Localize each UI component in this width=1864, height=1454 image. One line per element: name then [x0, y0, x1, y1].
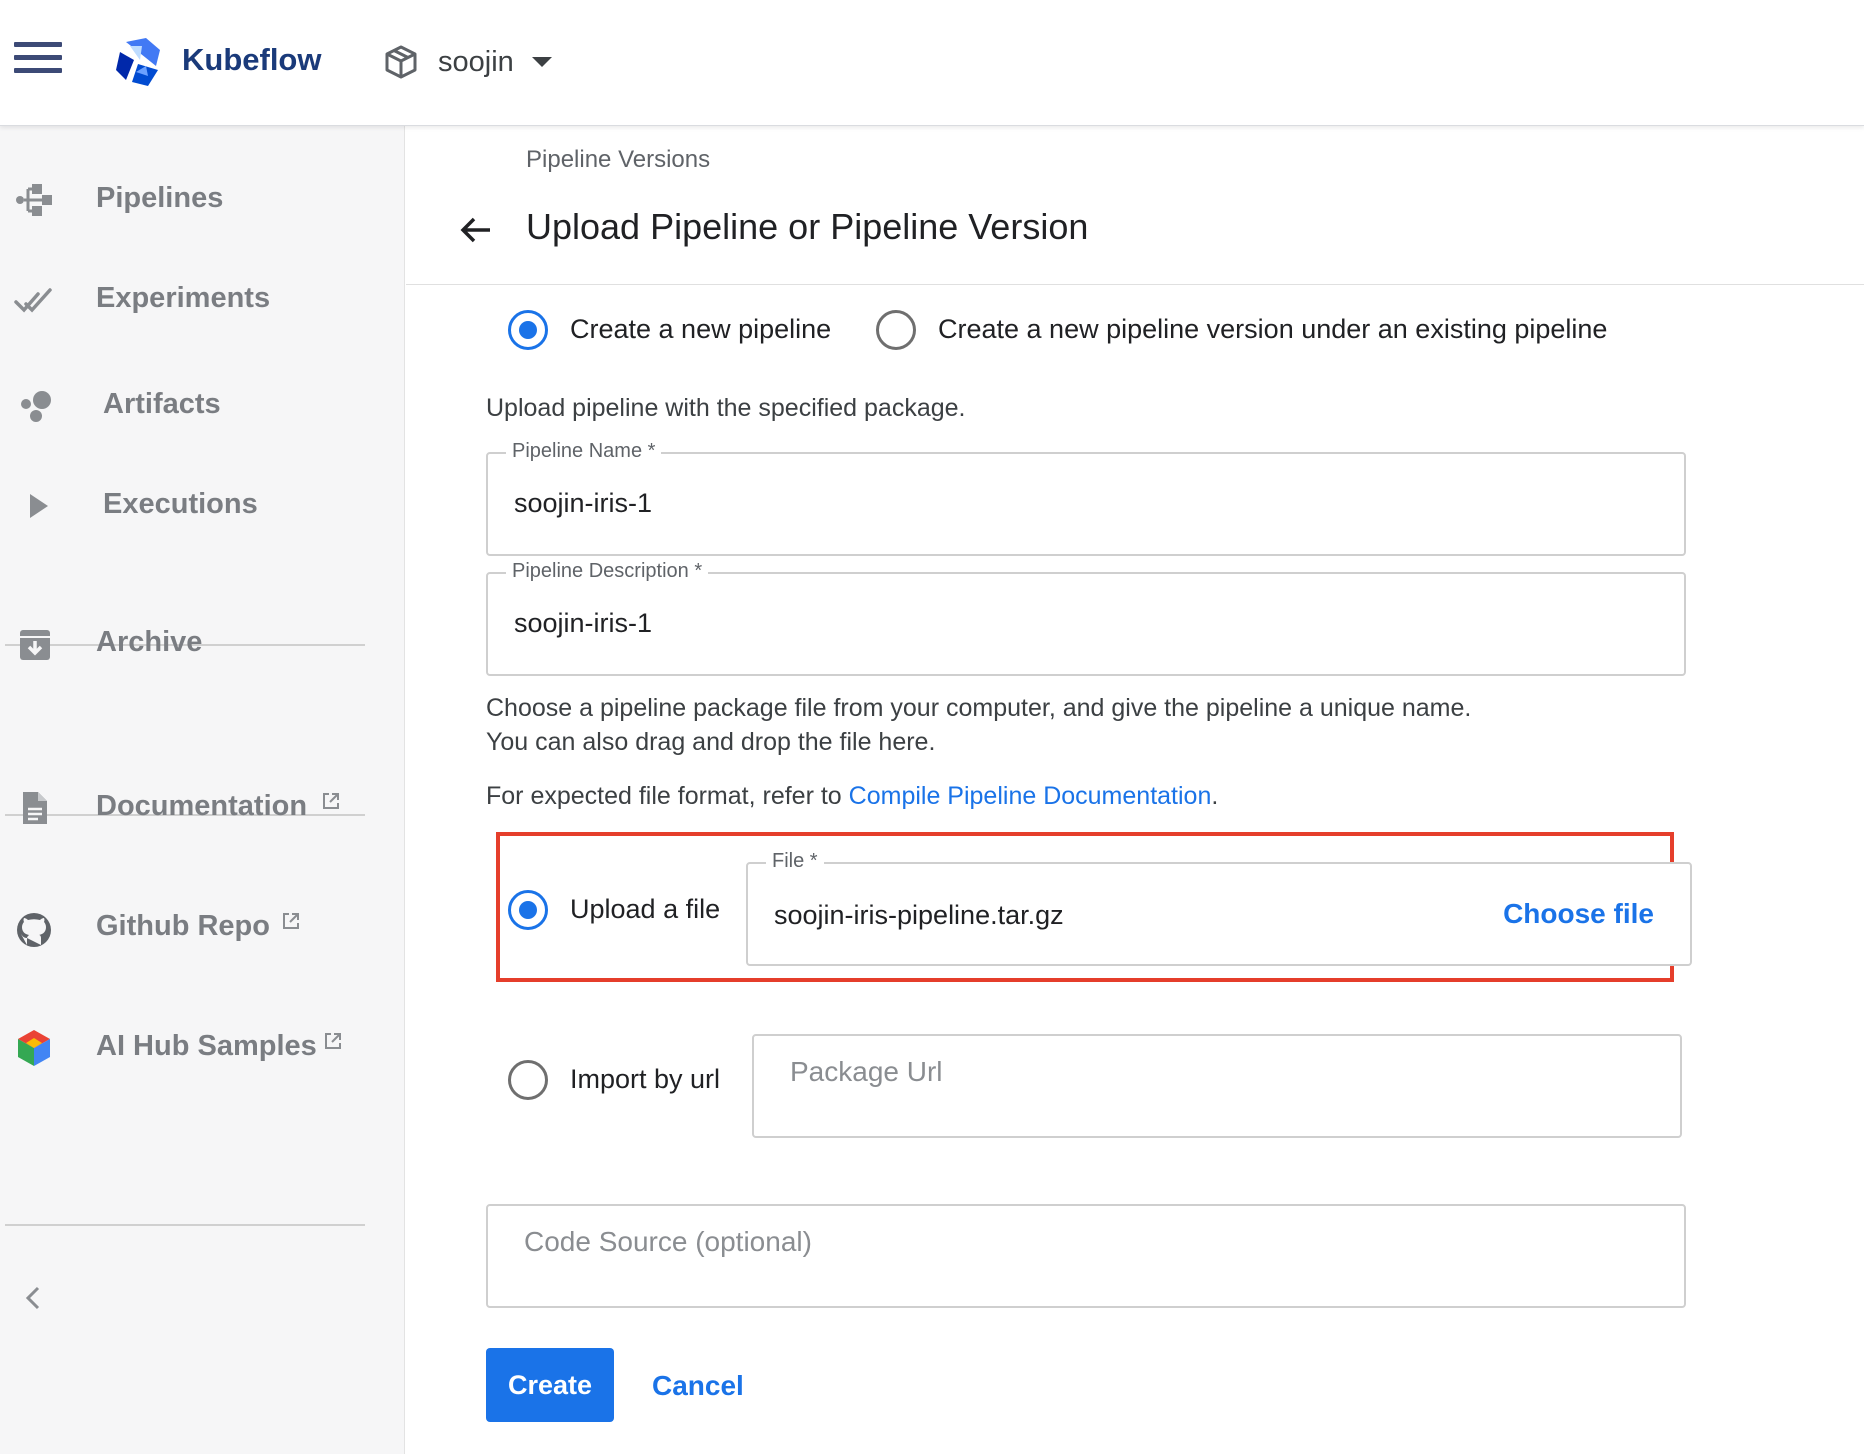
back-arrow-icon[interactable]: [454, 208, 498, 252]
sidebar-item-label: Artifacts: [103, 388, 221, 420]
radio-import-by-url[interactable]: [508, 1060, 548, 1100]
sidebar: Pipelines Experiments Artifacts Executio…: [0, 126, 405, 1454]
compile-pipeline-documentation-link[interactable]: Compile Pipeline Documentation: [849, 782, 1212, 810]
ai-hub-icon: [18, 1030, 50, 1066]
sidebar-item-label: Experiments: [96, 282, 271, 314]
sidebar-item-ai-hub-samples[interactable]: AI Hub Samples: [0, 1008, 400, 1088]
namespace-name: soojin: [438, 45, 514, 78]
sidebar-item-label: AI Hub Samples: [96, 1030, 317, 1062]
package-url-input[interactable]: Package Url: [752, 1034, 1682, 1138]
pipelines-icon: [16, 184, 52, 216]
choose-file-button[interactable]: Choose file: [1503, 898, 1654, 930]
sidebar-item-label: Archive: [96, 626, 203, 658]
sidebar-divider: [5, 1224, 365, 1226]
sidebar-item-label: Documentation: [96, 790, 308, 822]
sidebar-item-executions[interactable]: Executions: [0, 466, 400, 546]
main-content: Pipeline Versions Upload Pipeline or Pip…: [406, 126, 1864, 1454]
breadcrumb[interactable]: Pipeline Versions: [526, 146, 710, 174]
radio-label-create-new-pipeline[interactable]: Create a new pipeline: [570, 314, 831, 345]
external-link-icon: [283, 913, 299, 929]
file-name-value: soojin-iris-pipeline.tar.gz: [774, 900, 1064, 930]
sidebar-item-documentation[interactable]: Documentation: [0, 768, 400, 848]
pipeline-name-value[interactable]: soojin-iris-1: [514, 488, 652, 519]
help-text-line-1: Choose a pipeline package file from your…: [486, 694, 1472, 722]
radio-label-create-new-pipeline-version[interactable]: Create a new pipeline version under an e…: [938, 314, 1607, 345]
sidebar-item-pipelines[interactable]: Pipelines: [0, 160, 400, 240]
sidebar-item-label: Pipelines: [96, 182, 224, 214]
sidebar-item-label: Github Repo: [96, 910, 270, 942]
pipeline-name-field[interactable]: Pipeline Name * soojin-iris-1: [486, 440, 1686, 556]
pipeline-description-value[interactable]: soojin-iris-1: [514, 608, 652, 639]
collapse-sidebar-chevron-left-icon[interactable]: [18, 1278, 48, 1318]
pipeline-description-field[interactable]: Pipeline Description * soojin-iris-1: [486, 560, 1686, 676]
sidebar-item-experiments[interactable]: Experiments: [0, 260, 400, 340]
kubeflow-logo-icon: [116, 38, 160, 86]
experiments-icon: [14, 288, 52, 313]
radio-create-new-pipeline[interactable]: [508, 310, 548, 350]
chevron-down-icon: [531, 57, 552, 67]
pipeline-description-label: Pipeline Description *: [506, 560, 709, 583]
top-app-bar: Kubeflow soojin: [0, 0, 1864, 126]
executions-icon: [30, 494, 48, 518]
namespace-cube-icon: [385, 45, 417, 79]
archive-icon: [20, 630, 50, 660]
sidebar-item-label: Executions: [103, 488, 258, 520]
sidebar-item-github-repo[interactable]: Github Repo: [0, 888, 400, 968]
package-url-placeholder: Package Url: [790, 1056, 943, 1087]
cancel-button[interactable]: Cancel: [652, 1370, 744, 1402]
radio-label-upload-file[interactable]: Upload a file: [570, 894, 720, 925]
radio-label-import-by-url[interactable]: Import by url: [570, 1064, 720, 1095]
page-title: Upload Pipeline or Pipeline Version: [526, 206, 1089, 247]
create-button[interactable]: Create: [486, 1348, 614, 1422]
pipeline-name-label: Pipeline Name *: [506, 440, 662, 463]
namespace-selector[interactable]: soojin: [384, 36, 552, 88]
sidebar-item-artifacts[interactable]: Artifacts: [0, 366, 400, 446]
upload-intro-text: Upload pipeline with the specified packa…: [486, 394, 966, 422]
code-source-placeholder: Code Source (optional): [524, 1226, 812, 1257]
sidebar-item-archive[interactable]: Archive: [0, 604, 400, 684]
external-link-icon: [325, 1033, 341, 1049]
artifacts-icon: [21, 391, 51, 422]
code-source-input[interactable]: Code Source (optional): [486, 1204, 1686, 1308]
external-link-icon: [323, 793, 339, 809]
file-label: File *: [766, 850, 824, 873]
github-icon: [17, 913, 51, 947]
header-divider: [406, 284, 1864, 285]
file-format-hint: For expected file format, refer to Compi…: [486, 782, 1219, 810]
document-icon: [23, 792, 47, 824]
help-text-line-2: You can also drag and drop the file here…: [486, 728, 936, 756]
file-field[interactable]: File * soojin-iris-pipeline.tar.gz Choos…: [746, 850, 1692, 966]
brand-name: Kubeflow: [182, 42, 322, 77]
radio-upload-file[interactable]: [508, 890, 548, 930]
hamburger-menu-icon[interactable]: [14, 42, 62, 80]
radio-create-new-pipeline-version[interactable]: [876, 310, 916, 350]
